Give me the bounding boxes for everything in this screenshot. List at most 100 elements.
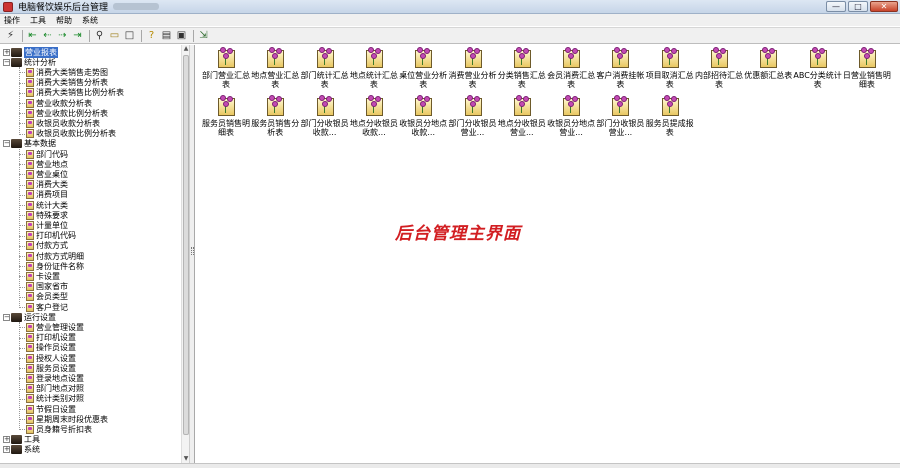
tree-item[interactable]: 营业收款分析表 [26, 98, 92, 108]
report-tile[interactable]: 部门分收银员营业... [448, 95, 498, 150]
tree-category[interactable]: + 工具 [3, 435, 40, 445]
collapse-minus-icon[interactable]: − [3, 140, 10, 148]
tree-item[interactable]: 消费大类销售比例分析表 [26, 88, 124, 98]
report-icon [26, 414, 34, 424]
tree-item[interactable]: 授权人设置 [26, 353, 76, 363]
tree-item[interactable]: 卡设置 [26, 271, 60, 281]
tree-item[interactable]: 付款方式 [26, 241, 68, 251]
tree-category[interactable]: − 运行设置 [3, 312, 56, 322]
report-tile[interactable]: 日营业销售明细表 [842, 47, 892, 102]
tree-item[interactable]: 消费项目 [26, 190, 68, 200]
toolbar-exit-icon[interactable]: ⇲ [197, 29, 210, 42]
tree-item[interactable]: 服务员设置 [26, 363, 76, 373]
report-tile-label: 消费营业分析表 [448, 71, 497, 89]
menu-help[interactable]: 帮助 [56, 15, 72, 26]
tree-item[interactable]: 消费大类 [26, 180, 68, 190]
tree-item[interactable]: 统计大类 [26, 200, 68, 210]
tree-item[interactable]: 特殊要求 [26, 210, 68, 220]
report-tile[interactable]: 地点营业汇总表 [250, 47, 300, 102]
tree-item[interactable]: 消费大类销售走势图 [26, 67, 108, 77]
report-tile[interactable]: 消费营业分析表 [448, 47, 498, 102]
minimize-button[interactable]: — [826, 1, 846, 12]
report-tile[interactable]: 会员消费汇总表 [546, 47, 596, 102]
toolbar-help-icon[interactable]: ? [145, 29, 158, 42]
tree-item[interactable]: 付款方式明细 [26, 251, 84, 261]
tree-item[interactable]: 收银员收款分析表 [26, 118, 100, 128]
tree-item[interactable]: 打印机代码 [26, 231, 76, 241]
report-tile[interactable]: 桌位营业分析表 [398, 47, 448, 102]
toolbar-find-icon[interactable]: ⚲ [93, 29, 106, 42]
collapse-minus-icon[interactable]: − [3, 58, 10, 66]
tree-item[interactable]: 收银员收款比例分析表 [26, 129, 116, 139]
tree-item[interactable]: 打印机设置 [26, 333, 76, 343]
toolbar-nav-first-icon[interactable]: ⇤ [26, 29, 39, 42]
report-tile[interactable]: 内部招待汇总表 [694, 47, 744, 102]
report-tile[interactable]: 优惠额汇总表 [743, 47, 793, 102]
menu-operation[interactable]: 操作 [4, 15, 20, 26]
tree-item[interactable]: 操作员设置 [26, 343, 76, 353]
report-tile-label: 地点分收银员收款... [349, 119, 398, 137]
toolbar-nav-next-icon[interactable]: ⇢ [56, 29, 69, 42]
title-bar[interactable]: 电脑餐饮娱乐后台管理 — □ ✕ [0, 0, 900, 14]
expand-plus-icon[interactable]: + [3, 446, 10, 454]
report-tile[interactable]: 收银员分地点收款... [398, 95, 448, 150]
report-tile[interactable]: 项目取消汇总表 [645, 47, 695, 102]
report-tile[interactable]: 部门分收银员收款... [300, 95, 350, 150]
tree-category[interactable]: + 系统 [3, 445, 40, 455]
report-tile[interactable]: 服务员销售明细表 [201, 95, 251, 150]
report-tile[interactable]: 客户消费挂帐表 [595, 47, 645, 102]
tree-item[interactable]: 营业收款比例分析表 [26, 108, 108, 118]
tree-item[interactable]: 国家省市 [26, 282, 68, 292]
tree-category[interactable]: − 统计分析 [3, 57, 56, 67]
tree-item[interactable]: 客户登记 [26, 302, 68, 312]
tree-scrollbar[interactable]: ▲ ▼ [181, 45, 189, 463]
tree-category[interactable]: + 营业报表 [3, 46, 58, 58]
toolbar-open-icon[interactable]: ▭ [108, 29, 121, 42]
report-tile[interactable]: 收银员分地点营业... [546, 95, 596, 150]
toolbar-run-icon[interactable]: ⚡ [4, 29, 17, 42]
report-tile[interactable]: 地点分收银员收款... [349, 95, 399, 150]
tree-item[interactable]: 统计类别对照 [26, 394, 84, 404]
toolbar-new-icon[interactable]: □ [123, 29, 136, 42]
tree-item[interactable]: 营业桌位 [26, 169, 68, 179]
toolbar-nav-prev-icon[interactable]: ⇠ [41, 29, 54, 42]
toolbar-calc-icon[interactable]: ▤ [160, 29, 173, 42]
report-tile-label: 日营业销售明细表 [842, 71, 891, 89]
close-button[interactable]: ✕ [870, 1, 898, 12]
tree-item[interactable]: 部门地点对照 [26, 384, 84, 394]
report-icon [26, 149, 34, 159]
report-tile[interactable]: 分类销售汇总表 [497, 47, 547, 102]
report-tile[interactable]: 部门分收银员营业... [595, 95, 645, 150]
toolbar-display-icon[interactable]: ▣ [175, 29, 188, 42]
maximize-button[interactable]: □ [848, 1, 868, 12]
tree-item[interactable]: 消费大类销售分析表 [26, 78, 108, 88]
expand-plus-icon[interactable]: + [3, 48, 10, 56]
tree-item[interactable]: 部门代码 [26, 149, 68, 159]
tree-item[interactable]: 营业管理设置 [26, 322, 84, 332]
report-tile[interactable]: 地点分收银员营业... [497, 95, 547, 150]
tree-item[interactable]: 星期周末时段优惠表 [26, 414, 108, 424]
toolbar-nav-last-icon[interactable]: ⇥ [71, 29, 84, 42]
tree-category[interactable]: − 基本数据 [3, 139, 56, 149]
report-flower-icon [462, 47, 484, 69]
expand-plus-icon[interactable]: + [3, 436, 10, 444]
tree-item[interactable]: 计量单位 [26, 220, 68, 230]
tree-item[interactable]: 身份证件名称 [26, 261, 84, 271]
report-tile[interactable]: 服务员提成报表 [645, 95, 695, 150]
report-tile[interactable]: 服务员销售分析表 [250, 95, 300, 150]
report-tile[interactable]: 地点统计汇总表 [349, 47, 399, 102]
collapse-minus-icon[interactable]: − [3, 313, 10, 321]
tree-item[interactable]: 员身籍号折扣表 [26, 424, 92, 434]
report-tile[interactable]: ABC分类统计表 [793, 47, 843, 102]
tree-item[interactable]: 节假日设置 [26, 404, 76, 414]
tree-item[interactable]: 登录地点设置 [26, 373, 84, 383]
report-tile[interactable]: 部门营业汇总表 [201, 47, 251, 102]
tree-item[interactable]: 营业地点 [26, 159, 68, 169]
tree-item[interactable]: 会员类型 [26, 292, 68, 302]
menu-system[interactable]: 系统 [82, 15, 98, 26]
menu-tools[interactable]: 工具 [30, 15, 46, 26]
report-icon [26, 261, 34, 271]
report-tile[interactable]: 部门统计汇总表 [300, 47, 350, 102]
app-window: 电脑餐饮娱乐后台管理 — □ ✕ 操作 工具 帮助 系统 ⚡ ⇤ ⇠ ⇢ ⇥ ⚲ ▭ □? ▤ ▣… [0, 0, 900, 468]
report-flower-icon [856, 47, 878, 69]
